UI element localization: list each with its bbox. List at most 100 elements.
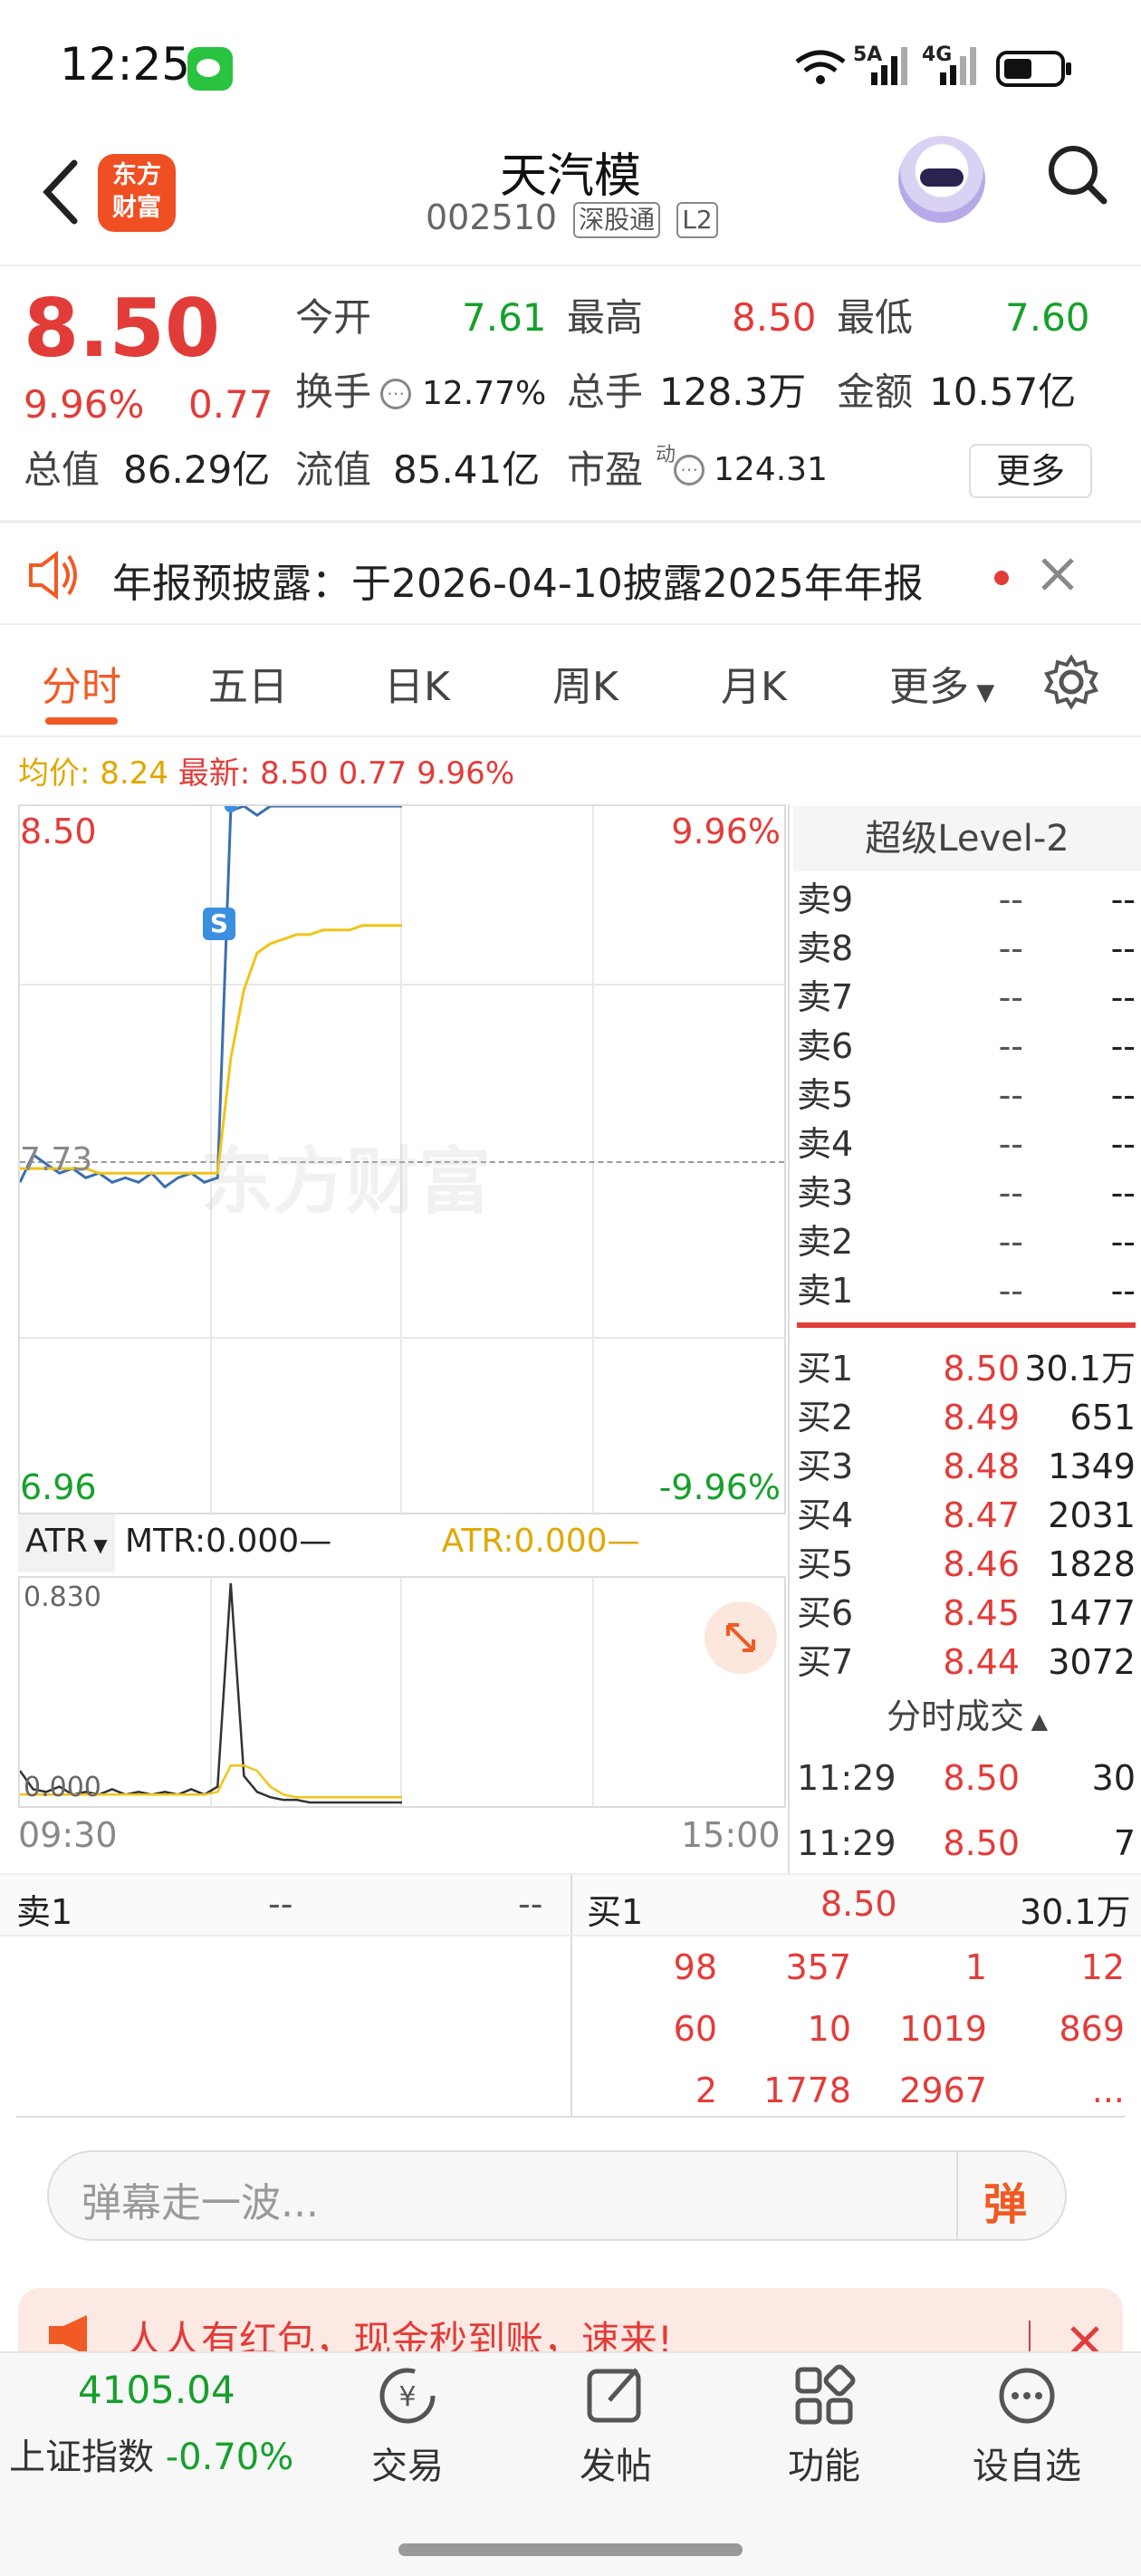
bid-level-label: 买6 xyxy=(797,1593,854,1633)
index-line[interactable]: 上证指数 -0.70% xyxy=(9,2427,293,2480)
divider xyxy=(0,735,1141,737)
chart-info-line: 均价: 8.24 最新: 8.50 0.77 9.96% xyxy=(18,748,514,793)
notice-bar[interactable]: 年报预披露：于2026-04-10披露2025年年报 xyxy=(0,524,1141,632)
high-label: 最高 xyxy=(567,295,644,340)
ticks-header[interactable]: 分时成交 ▲ xyxy=(793,1688,1141,1738)
indicator-header: ATR ▼ MTR:0.000— ATR:0.000— xyxy=(18,1514,786,1572)
queue-cell: 10 xyxy=(807,2009,851,2049)
bid-row[interactable]: 买1 8.50 30.1万 xyxy=(793,1344,1141,1393)
orderbook-title[interactable]: 超级Level-2 xyxy=(793,806,1141,871)
tab-more[interactable]: 更多 ▼ xyxy=(889,654,994,712)
divider xyxy=(788,804,790,1879)
bid-row[interactable]: 买4 8.47 2031 xyxy=(793,1491,1141,1540)
ask-volume: -- xyxy=(1110,1075,1136,1115)
search-icon[interactable] xyxy=(1046,143,1109,207)
ask-row[interactable]: 卖7 -- -- xyxy=(793,973,1141,1022)
signal-icon xyxy=(940,47,976,85)
pe-value: 124.31 xyxy=(714,451,828,488)
queue-sell-label: 卖1 xyxy=(16,1892,73,1932)
info-icon[interactable]: ⋯ xyxy=(674,455,705,485)
pct-change: 9.96% xyxy=(24,382,145,427)
pe-label: 市盈 xyxy=(567,447,644,492)
ask-row[interactable]: 卖6 -- -- xyxy=(793,1022,1141,1071)
indicator-select[interactable]: ATR ▼ xyxy=(18,1514,115,1572)
notice-text: 年报预披露：于2026-04-10披露2025年年报 xyxy=(112,561,924,607)
queue-sell-price: -- xyxy=(268,1884,293,1924)
promo-text: 人人有红包，现金秒到账，速来! xyxy=(125,2318,673,2355)
queue-cell: 869 xyxy=(1059,2009,1125,2049)
ask-row[interactable]: 卖3 -- -- xyxy=(793,1168,1141,1217)
caret-down-icon: ▼ xyxy=(87,1534,108,1556)
info-icon[interactable]: ⋯ xyxy=(380,379,411,409)
open-value: 7.61 xyxy=(462,295,547,340)
index-pct: -0.70% xyxy=(165,2437,294,2478)
queue-cell: 2967 xyxy=(899,2071,987,2110)
ask-level-label: 卖6 xyxy=(797,1026,854,1066)
nav-trade-label: 交易 xyxy=(371,2446,444,2487)
expand-icon[interactable] xyxy=(705,1601,777,1674)
sell-signal-marker[interactable]: S xyxy=(203,908,235,940)
bid-row[interactable]: 买6 8.45 1477 xyxy=(793,1589,1141,1638)
stock-code: 002510 xyxy=(426,197,558,237)
ask-row[interactable]: 卖9 -- -- xyxy=(793,875,1141,924)
bid-row[interactable]: 买7 8.44 3072 xyxy=(793,1638,1141,1687)
assistant-robot-icon[interactable] xyxy=(898,136,985,223)
amount-label: 金额 xyxy=(837,370,914,414)
unread-dot xyxy=(994,571,1009,585)
ask-row[interactable]: 卖8 -- -- xyxy=(793,924,1141,973)
ask-row[interactable]: 卖4 -- -- xyxy=(793,1120,1141,1168)
ask-price: -- xyxy=(998,1075,1023,1115)
tab-5day[interactable]: 五日 xyxy=(208,654,288,712)
close-icon[interactable] xyxy=(1040,556,1076,592)
intraday-chart[interactable]: 东方财富 8.50 9.96% 7.73 6.96 -9.96% S xyxy=(18,804,786,1514)
nav-trade[interactable]: ¥ 交易 xyxy=(335,2364,480,2489)
tick-time: 11:29 xyxy=(797,1823,896,1863)
ask-level-label: 卖9 xyxy=(797,879,854,919)
avg-value: 8.24 xyxy=(100,755,168,792)
nav-functions[interactable]: 功能 xyxy=(752,2364,896,2489)
latest-label: 最新: xyxy=(177,755,251,792)
bid-price: 8.47 xyxy=(943,1495,1020,1535)
divider xyxy=(956,2152,958,2239)
ask-price: -- xyxy=(998,977,1023,1017)
bid-row[interactable]: 买5 8.46 1828 xyxy=(793,1540,1141,1589)
bid-price: 8.49 xyxy=(943,1398,1020,1437)
close-icon[interactable] xyxy=(1069,2324,1101,2355)
danmu-toggle-button[interactable]: 弹 xyxy=(983,2168,1027,2232)
settings-gear-icon[interactable] xyxy=(1043,654,1099,710)
bid-volume: 651 xyxy=(1069,1398,1136,1437)
queue-cell: 2 xyxy=(695,2071,717,2110)
ask-volume: -- xyxy=(1110,1222,1136,1262)
danmu-input[interactable]: 弹幕走一波... 弹 xyxy=(47,2150,1067,2241)
ask-row[interactable]: 卖2 -- -- xyxy=(793,1217,1141,1266)
indicator-chart[interactable]: 0.830 0.000 xyxy=(18,1576,786,1808)
bid-row[interactable]: 买3 8.48 1349 xyxy=(793,1442,1141,1491)
divider xyxy=(0,264,1141,266)
tab-intraday[interactable]: 分时 xyxy=(42,654,121,712)
promo-banner[interactable]: 人人有红包，现金秒到账，速来! xyxy=(18,2288,1123,2355)
ask-row[interactable]: 卖5 -- -- xyxy=(793,1071,1141,1120)
bid-volume: 2031 xyxy=(1048,1495,1136,1535)
mtr-line-icon: — xyxy=(299,1523,332,1560)
bid-level-label: 买1 xyxy=(797,1349,854,1389)
bid-row[interactable]: 买2 8.49 651 xyxy=(793,1393,1141,1442)
tab-monthly-k[interactable]: 月K xyxy=(721,654,787,712)
ask-row[interactable]: 卖1 -- -- xyxy=(793,1266,1141,1315)
indicator-top-label: 0.830 xyxy=(24,1581,101,1613)
tab-daily-k[interactable]: 日K xyxy=(384,654,450,712)
float-value: 85.41亿 xyxy=(393,447,541,492)
more-button[interactable]: 更多 xyxy=(969,444,1092,498)
speaker-icon xyxy=(29,551,77,600)
tick-volume: 30 xyxy=(1091,1758,1136,1798)
ask-price: -- xyxy=(998,879,1023,919)
index-value[interactable]: 4105.04 xyxy=(78,2368,235,2412)
avg-label: 均价: xyxy=(18,755,91,792)
nav-post[interactable]: 发帖 xyxy=(543,2364,688,2489)
low-label: 最低 xyxy=(837,295,914,340)
indicator-series-line xyxy=(20,1582,402,1804)
divider xyxy=(16,2116,1125,2118)
bid-level-label: 买2 xyxy=(797,1398,854,1437)
ask-level-label: 卖7 xyxy=(797,977,854,1017)
nav-watchlist[interactable]: 设自选 xyxy=(954,2364,1099,2489)
tab-weekly-k[interactable]: 周K xyxy=(552,654,618,712)
